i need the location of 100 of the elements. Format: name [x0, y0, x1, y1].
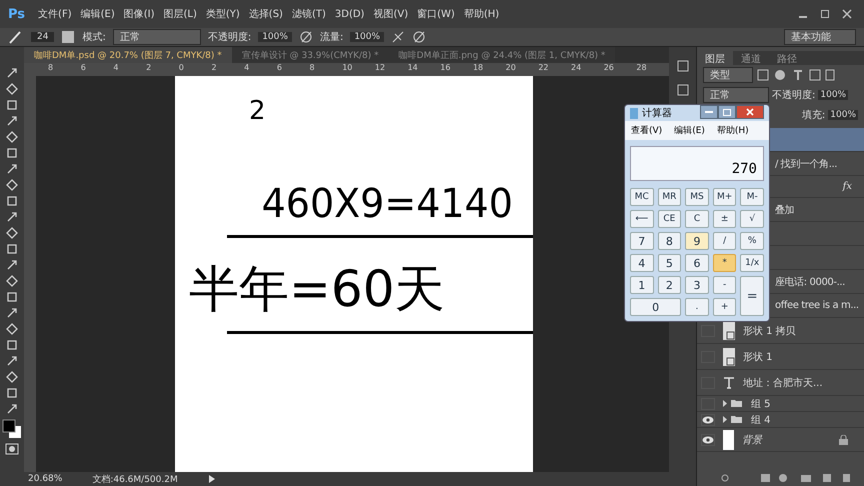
- calculator-key[interactable]: 3: [685, 276, 709, 294]
- calculator-key[interactable]: 8: [658, 232, 682, 250]
- panel-icon[interactable]: [676, 83, 690, 97]
- eye-icon[interactable]: [701, 434, 715, 446]
- calculator-key[interactable]: M-: [740, 188, 764, 206]
- calculator-key[interactable]: CE: [658, 210, 682, 228]
- panel-tab[interactable]: 图层: [697, 51, 733, 65]
- menu-item[interactable]: 查看(V): [631, 124, 662, 137]
- calculator-key[interactable]: 2: [658, 276, 682, 294]
- panel-tab[interactable]: 路径: [769, 51, 805, 65]
- calculator-key[interactable]: MS: [685, 188, 709, 206]
- tool-icon[interactable]: [6, 259, 18, 271]
- tool-icon[interactable]: [6, 211, 18, 223]
- tool-icon[interactable]: [6, 163, 18, 175]
- tool-icon[interactable]: [6, 227, 18, 239]
- tool-icon[interactable]: [6, 339, 18, 351]
- menu-item[interactable]: 3D(D): [334, 8, 364, 20]
- calculator-key[interactable]: 9: [685, 232, 709, 250]
- tool-icon[interactable]: [6, 179, 18, 191]
- menu-item[interactable]: 视图(V): [373, 7, 408, 21]
- calculator-key[interactable]: MR: [658, 188, 682, 206]
- quick-mask-icon[interactable]: [5, 443, 19, 455]
- menu-item[interactable]: 类型(Y): [206, 7, 240, 21]
- color-swatches-icon[interactable]: [2, 419, 22, 439]
- filter-icons[interactable]: [756, 68, 836, 80]
- document-tab[interactable]: 咖啡DM单.psd @ 20.7% (图层 7, CMYK/8) *: [24, 47, 232, 63]
- folder-icon[interactable]: [723, 415, 743, 424]
- zoom-level[interactable]: 20.68%: [28, 474, 62, 484]
- calculator-key[interactable]: C: [685, 210, 709, 228]
- panel-icon[interactable]: [676, 59, 690, 73]
- flow-field[interactable]: 100%: [350, 32, 384, 42]
- tool-icon[interactable]: [6, 243, 18, 255]
- document-tab[interactable]: 咖啡DM单正面.png @ 24.4% (图层 1, CMYK/8) *: [388, 47, 616, 63]
- layer-row[interactable]: 组 5: [697, 396, 864, 412]
- tool-icon[interactable]: [6, 115, 18, 127]
- layer-row[interactable]: 背景: [697, 428, 864, 452]
- tool-icon[interactable]: [6, 403, 18, 415]
- menu-item[interactable]: 图像(I): [124, 7, 154, 21]
- play-icon[interactable]: [208, 475, 216, 483]
- calculator-key[interactable]: /: [712, 232, 736, 250]
- panel-tab[interactable]: 通道: [733, 51, 769, 65]
- maximize-button[interactable]: [718, 105, 736, 119]
- layer-row[interactable]: 组 4: [697, 412, 864, 428]
- calculator-key[interactable]: ⟵: [630, 210, 654, 228]
- menu-item[interactable]: 图层(L): [164, 7, 197, 21]
- workspace-dropdown[interactable]: 基本功能: [784, 29, 856, 45]
- tool-icon[interactable]: [6, 147, 18, 159]
- calculator-key[interactable]: 1/x: [740, 254, 764, 272]
- menu-item[interactable]: 窗口(W): [417, 7, 455, 21]
- tool-icon[interactable]: [6, 323, 18, 335]
- calculator-key[interactable]: -: [712, 276, 736, 294]
- calculator-key[interactable]: .: [685, 298, 709, 316]
- opacity-field[interactable]: 100%: [258, 32, 292, 42]
- calculator-key[interactable]: M+: [712, 188, 736, 206]
- menu-item[interactable]: 编辑(E): [674, 124, 705, 137]
- opacity-field[interactable]: 100%: [818, 90, 848, 100]
- maximize-icon[interactable]: [820, 9, 830, 19]
- layer-row[interactable]: 地址：合肥市天...: [697, 370, 864, 396]
- menu-item[interactable]: 帮助(H): [464, 7, 500, 21]
- menu-item[interactable]: 选择(S): [248, 7, 283, 21]
- tool-icon[interactable]: [6, 99, 18, 111]
- calculator-key[interactable]: MC: [630, 188, 654, 206]
- tool-icon[interactable]: [6, 387, 18, 399]
- tool-icon[interactable]: [6, 371, 18, 383]
- tool-icon[interactable]: [6, 275, 18, 287]
- calculator-key[interactable]: 0: [630, 298, 682, 316]
- tool-icon[interactable]: [6, 307, 18, 319]
- tool-icon[interactable]: [6, 195, 18, 207]
- fill-field[interactable]: 100%: [828, 110, 858, 120]
- calculator-key[interactable]: ±: [712, 210, 736, 228]
- layer-actions-icons[interactable]: [721, 473, 851, 483]
- calculator-key[interactable]: %: [740, 232, 764, 250]
- mode-dropdown[interactable]: 正常: [112, 29, 201, 45]
- tool-icon[interactable]: [6, 291, 18, 303]
- calculator-key[interactable]: 5: [658, 254, 682, 272]
- calculator-key[interactable]: 7: [630, 232, 654, 250]
- close-button[interactable]: [736, 105, 764, 119]
- document-tab[interactable]: 宣传单设计 @ 33.9%(CMYK/8) *: [232, 47, 389, 63]
- menu-item[interactable]: 帮助(H): [716, 124, 749, 137]
- calculator-key[interactable]: 4: [630, 254, 654, 272]
- calculator-key[interactable]: *: [712, 254, 736, 272]
- layer-row[interactable]: 形状 1: [697, 344, 864, 370]
- brush-panel-icon[interactable]: [61, 30, 76, 44]
- eye-icon[interactable]: [701, 414, 715, 426]
- calculator-key[interactable]: √: [740, 210, 764, 228]
- calculator-key[interactable]: +: [712, 298, 736, 316]
- calculator-key[interactable]: =: [740, 276, 764, 316]
- blend-mode-dropdown[interactable]: 正常: [703, 86, 769, 102]
- minimize-button[interactable]: [700, 105, 718, 119]
- brush-size-picker[interactable]: 24: [31, 32, 54, 42]
- tool-icon[interactable]: [6, 67, 18, 79]
- menu-item[interactable]: 编辑(E): [80, 7, 115, 21]
- close-icon[interactable]: [842, 9, 852, 19]
- menu-item[interactable]: 滤镜(T): [292, 7, 326, 21]
- tool-icon[interactable]: [6, 131, 18, 143]
- calculator-key[interactable]: 6: [685, 254, 709, 272]
- folder-icon[interactable]: [723, 399, 743, 408]
- tool-icon[interactable]: [6, 355, 18, 367]
- menu-item[interactable]: 文件(F): [38, 7, 72, 21]
- tool-icon[interactable]: [6, 83, 18, 95]
